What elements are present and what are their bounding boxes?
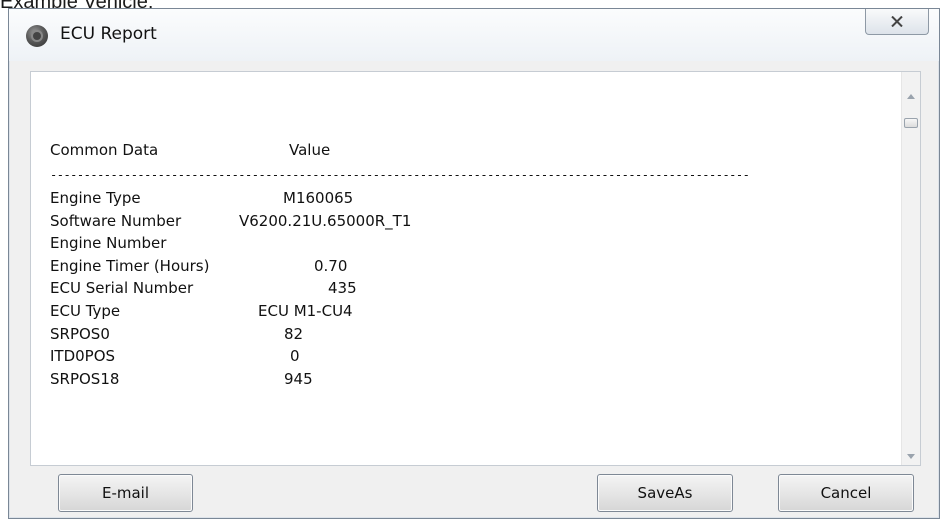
report-row: Engine Type M160065	[50, 189, 870, 212]
report-row: Software Number V6200.21U.65000R_T1	[50, 212, 870, 235]
row-value: ECU M1-CU4	[258, 301, 353, 320]
scroll-down-icon[interactable]	[907, 454, 915, 459]
row-value: 435	[328, 279, 357, 298]
cancel-button[interactable]: Cancel	[778, 474, 914, 512]
report-text-area[interactable]: Common Data Value ----------------------…	[30, 71, 921, 466]
header-value: Value	[289, 141, 331, 159]
report-row: Engine Number	[50, 234, 870, 257]
row-value: 0.70	[314, 256, 348, 275]
report-row: ITD0POS 0	[50, 347, 870, 370]
row-value: 945	[284, 369, 313, 388]
vertical-scrollbar[interactable]	[901, 72, 920, 465]
row-value: M160065	[283, 189, 354, 207]
row-key: ITD0POS	[50, 347, 116, 366]
scroll-up-icon[interactable]	[907, 94, 915, 99]
row-value: 0	[290, 347, 300, 366]
row-key: SRPOS18	[50, 369, 120, 388]
row-value: V6200.21U.65000R_T1	[239, 211, 412, 230]
row-key: ECU Serial Number	[50, 279, 194, 298]
report-row: SRPOS18 945	[50, 370, 870, 393]
row-value: 82	[284, 324, 304, 343]
saveas-button[interactable]: SaveAs	[597, 474, 733, 512]
report-header-row: Common Data Value	[50, 141, 870, 167]
ecu-report-dialog: ECU Report Common Data Value -----------…	[8, 8, 940, 519]
row-key: Engine Timer (Hours)	[50, 256, 210, 275]
report-row: ECU Serial Number 435	[50, 279, 870, 302]
row-key: Software Number	[50, 211, 182, 230]
window-title: ECU Report	[60, 24, 157, 44]
report-row: SRPOS0 82	[50, 325, 870, 348]
row-key: Engine Number	[50, 234, 167, 253]
close-button[interactable]	[865, 9, 929, 35]
row-key: ECU Type	[50, 301, 121, 320]
close-icon	[891, 16, 903, 27]
report-content: Common Data Value ----------------------…	[50, 141, 870, 392]
report-row: Engine Timer (Hours) 0.70	[50, 257, 870, 280]
row-key: Engine Type	[50, 189, 141, 207]
ecu-app-icon	[26, 25, 48, 47]
header-common-data: Common Data	[50, 141, 159, 159]
report-divider: ----------------------------------------…	[50, 168, 750, 182]
title-bar: ECU Report	[9, 9, 939, 61]
scroll-thumb[interactable]	[904, 118, 918, 128]
email-button[interactable]: E-mail	[58, 474, 193, 512]
row-key: SRPOS0	[50, 324, 110, 343]
report-row: ECU Type ECU M1-CU4	[50, 302, 870, 325]
